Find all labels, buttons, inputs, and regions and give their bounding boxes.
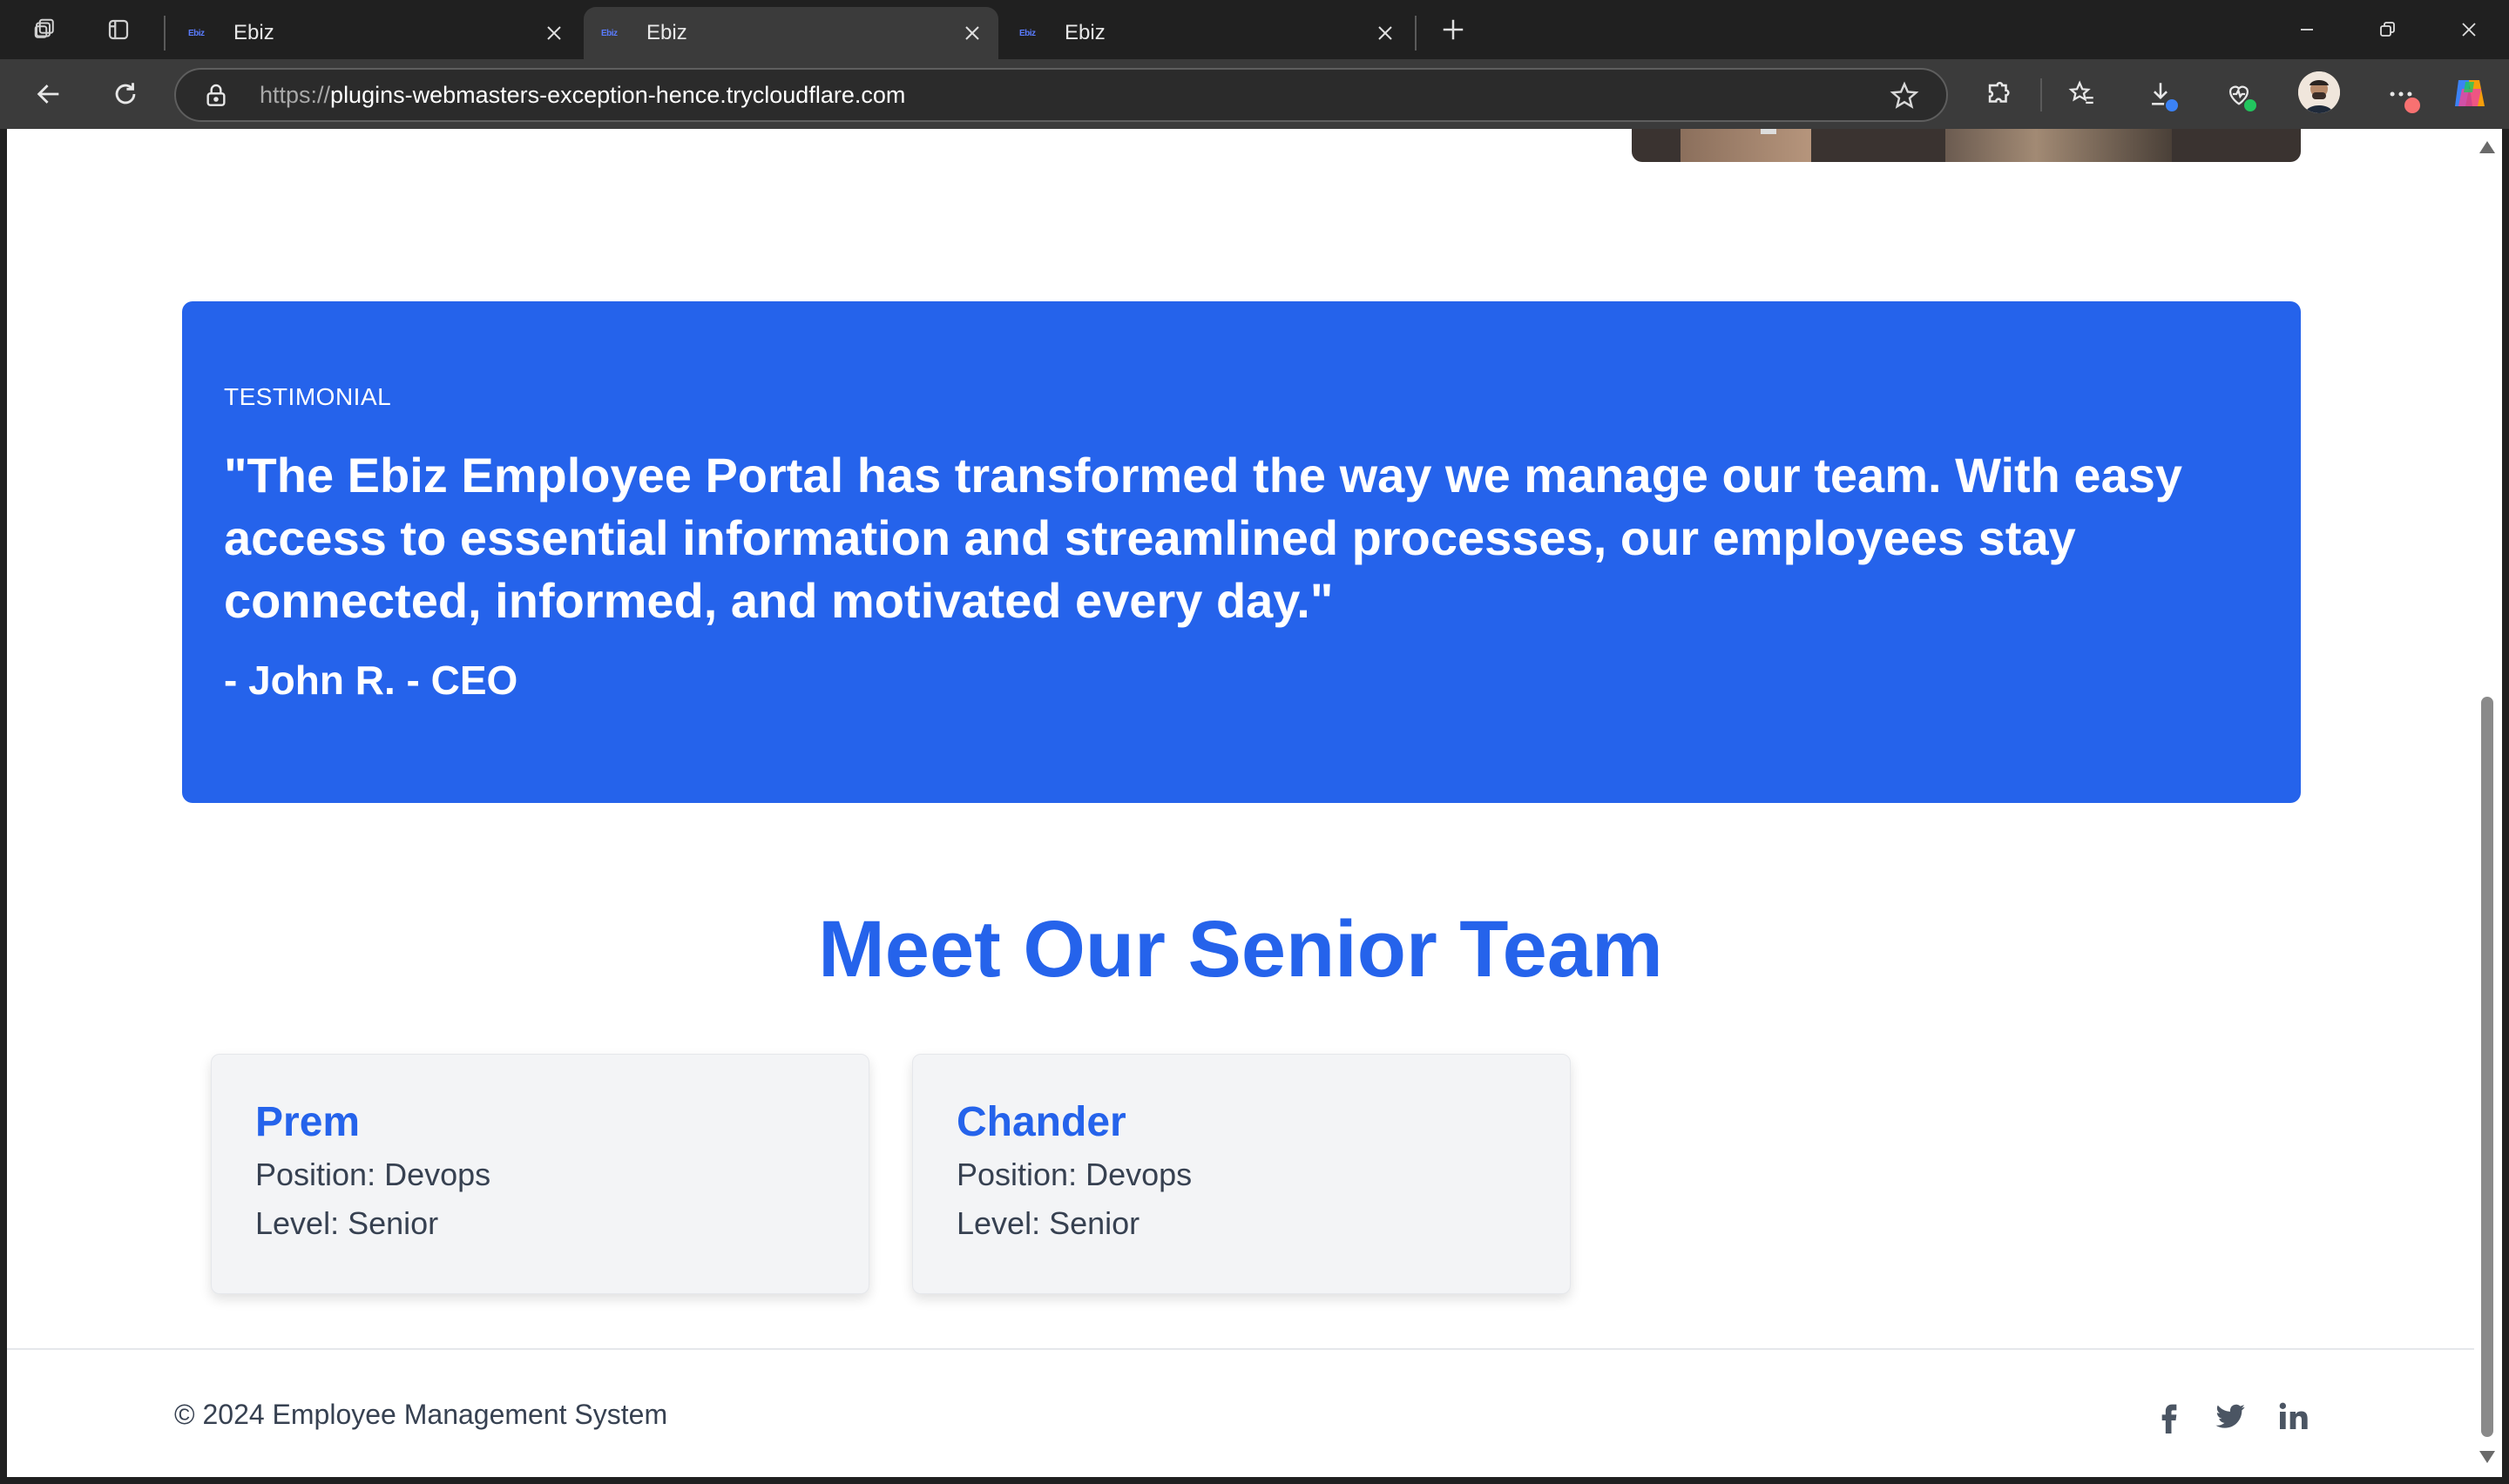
close-window-button[interactable] bbox=[2452, 12, 2486, 47]
tab-strip: Ebiz Ebiz Ebiz Ebiz Ebiz Ebiz bbox=[0, 0, 2509, 59]
ebiz-favicon: Ebiz bbox=[188, 28, 205, 38]
extensions-icon[interactable] bbox=[1979, 75, 2018, 113]
close-tab-icon[interactable] bbox=[958, 19, 986, 47]
member-position: Position: Devops bbox=[255, 1157, 491, 1192]
tab-title: Ebiz bbox=[646, 21, 687, 44]
footer-copyright: © 2024 Employee Management System bbox=[174, 1399, 668, 1430]
copilot-icon[interactable] bbox=[2450, 73, 2490, 113]
tab-title: Ebiz bbox=[1065, 21, 1106, 44]
page-scrollbar[interactable] bbox=[2474, 129, 2502, 1477]
member-name: Prem bbox=[255, 1099, 361, 1145]
scroll-down-arrow[interactable] bbox=[2479, 1451, 2495, 1463]
url-text[interactable]: https://plugins-webmasters-exception-hen… bbox=[260, 82, 905, 109]
favorite-star-icon[interactable] bbox=[1889, 80, 1920, 111]
testimonial-quote: "The Ebiz Employee Portal has transforme… bbox=[224, 448, 2183, 628]
back-button[interactable] bbox=[30, 75, 68, 113]
scrollbar-thumb[interactable] bbox=[2481, 697, 2493, 1437]
minimize-button[interactable] bbox=[2289, 12, 2324, 47]
tab-3[interactable]: Ebiz Ebiz bbox=[1002, 7, 1411, 59]
browser-toolbar: https://plugins-webmasters-exception-hen… bbox=[0, 59, 2509, 129]
close-tab-icon[interactable] bbox=[1371, 19, 1399, 47]
hero-image bbox=[1632, 129, 2301, 162]
restore-button[interactable] bbox=[2370, 12, 2404, 47]
member-position: Position: Devops bbox=[957, 1157, 1193, 1192]
twitter-icon[interactable] bbox=[2211, 1397, 2249, 1435]
page-viewport: TESTIMONIAL "The Ebiz Employee Portal ha… bbox=[7, 129, 2474, 1477]
team-member-card: Chander Position: Devops Level: Senior bbox=[912, 1054, 1571, 1294]
tab-actions-icon[interactable] bbox=[101, 12, 136, 47]
scroll-up-arrow[interactable] bbox=[2479, 141, 2495, 153]
team-section-title: Meet Our Senior Team bbox=[818, 905, 1663, 994]
member-level: Level: Senior bbox=[957, 1205, 1140, 1241]
linkedin-icon[interactable] bbox=[2274, 1397, 2312, 1435]
refresh-button[interactable] bbox=[106, 75, 145, 113]
tab-2[interactable]: Ebiz Ebiz bbox=[584, 7, 998, 59]
tab-title: Ebiz bbox=[233, 21, 274, 44]
health-status-badge bbox=[2242, 98, 2258, 113]
ebiz-favicon: Ebiz bbox=[1019, 28, 1036, 38]
notification-badge bbox=[2403, 96, 2422, 115]
tab-1[interactable]: Ebiz Ebiz bbox=[171, 7, 580, 59]
testimonial-author: - John R. - CEO bbox=[224, 658, 518, 703]
download-progress-badge bbox=[2164, 98, 2180, 113]
testimonial-section: TESTIMONIAL "The Ebiz Employee Portal ha… bbox=[182, 301, 2301, 803]
favorites-icon[interactable] bbox=[2063, 75, 2101, 113]
page-footer: © 2024 Employee Management System bbox=[7, 1348, 2474, 1477]
member-name: Chander bbox=[957, 1099, 1126, 1145]
team-member-card: Prem Position: Devops Level: Senior bbox=[211, 1054, 869, 1294]
ebiz-favicon: Ebiz bbox=[601, 28, 618, 38]
profile-avatar[interactable] bbox=[2298, 71, 2340, 113]
workspaces-icon[interactable] bbox=[28, 12, 63, 47]
testimonial-label: TESTIMONIAL bbox=[224, 383, 392, 410]
address-bar[interactable]: https://plugins-webmasters-exception-hen… bbox=[174, 68, 1948, 122]
member-level: Level: Senior bbox=[255, 1205, 439, 1241]
new-tab-button[interactable] bbox=[1436, 12, 1471, 47]
lock-icon[interactable] bbox=[202, 82, 230, 110]
facebook-icon[interactable] bbox=[2150, 1397, 2188, 1435]
close-tab-icon[interactable] bbox=[540, 19, 568, 47]
